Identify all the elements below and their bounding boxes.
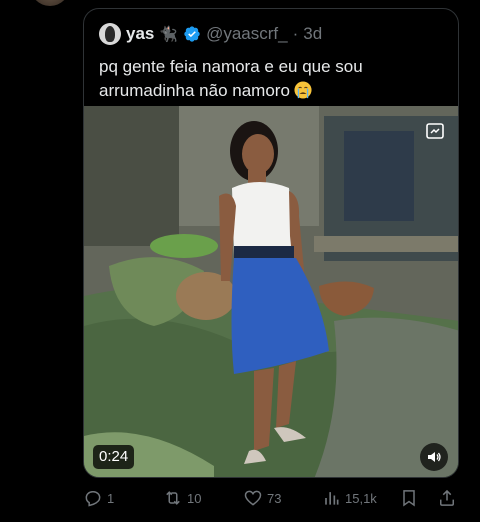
views-count: 15,1k [345,490,377,506]
name-emoji: 🐈‍⬛ [159,26,179,43]
crying-face-icon [294,81,312,99]
bookmark-icon [403,490,415,507]
reply-button[interactable]: 1 [83,486,114,510]
mute-button[interactable] [420,443,448,471]
tweet-text-line-2: arrumadinha não namoro [99,81,290,100]
quoted-author-avatar[interactable] [99,23,121,45]
share-icon [440,489,454,506]
video-duration: 0:24 [93,445,135,469]
share-button[interactable] [437,486,457,510]
media-download-icon[interactable] [424,120,446,142]
speaker-icon [428,452,441,462]
like-count: 73 [267,490,282,506]
tweet-actions-bar: 1 10 73 15,1k [83,486,463,510]
reply-count: 1 [107,490,115,506]
quoted-tweet-text: pq gente feia namora e eu que sou arruma… [99,55,439,103]
tweet-text-line-1: pq gente feia namora e eu que sou [99,57,363,76]
retweet-count: 10 [187,490,202,506]
bookmark-button[interactable] [399,486,419,510]
retweet-button[interactable]: 10 [163,486,201,510]
video-frame [84,106,458,477]
views-chart-icon [325,492,339,505]
retweet-icon [166,491,180,505]
like-button[interactable]: 73 [243,486,281,510]
reply-icon [85,491,101,507]
quoted-tweet-card[interactable]: yas 🐈‍⬛ @yaascrf_ · 3d pq gente feia nam… [83,8,459,478]
reply-author-avatar[interactable] [30,0,70,6]
quoted-author-name[interactable]: yas [126,24,154,44]
verified-badge-icon [184,26,200,42]
quoted-tweet-header: yas 🐈‍⬛ @yaascrf_ · 3d [99,21,322,47]
views-button[interactable]: 15,1k [321,486,377,510]
quoted-author-handle[interactable]: @yaascrf_ [206,24,288,44]
tweet-timestamp[interactable]: 3d [303,24,322,44]
tweet-text-line-2-wrap: arrumadinha não namoro [99,79,439,103]
video-player[interactable]: 0:24 [84,106,458,477]
separator-dot: · [292,24,299,43]
heart-icon [244,490,262,506]
